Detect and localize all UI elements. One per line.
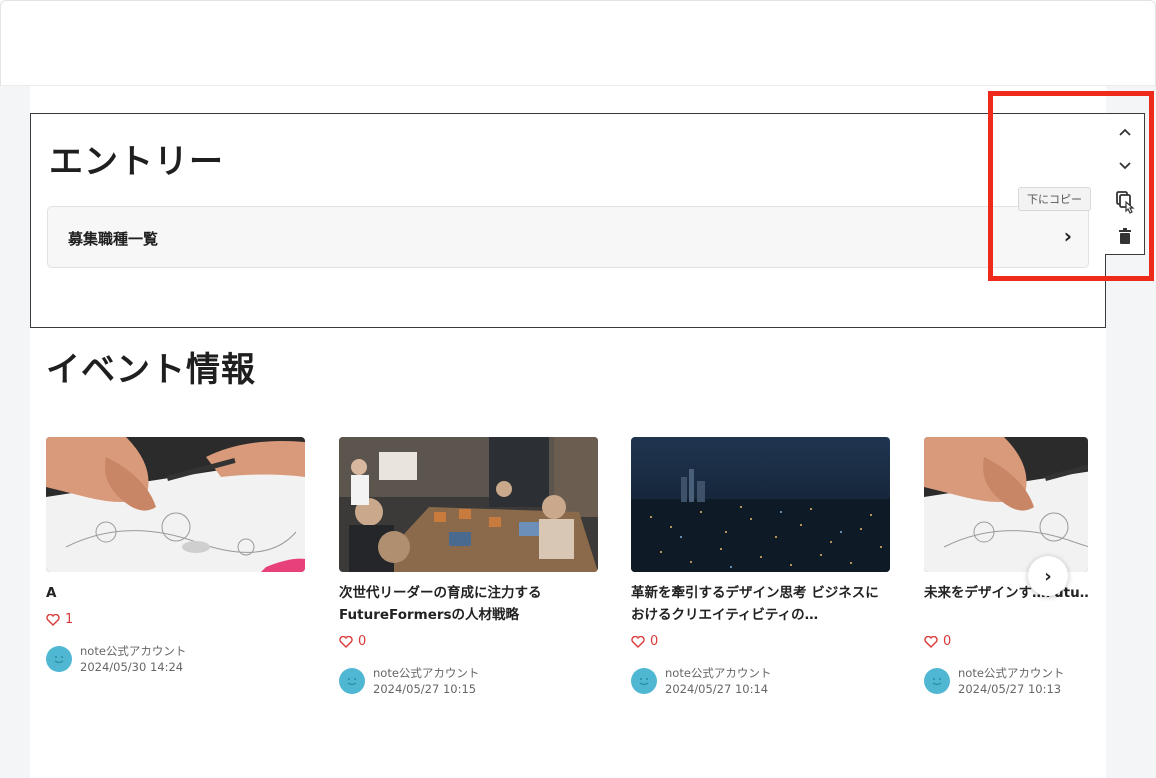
event-card[interactable]: 革新を牽引するデザイン思考 ビジネスにおけるクリエイティビティの… 0 note… bbox=[631, 437, 890, 697]
carousel-next-button[interactable]: › bbox=[1028, 556, 1068, 596]
card-thumbnail bbox=[339, 437, 598, 572]
carousel-edge bbox=[1088, 430, 1106, 730]
post-date: 2024/05/27 10:14 bbox=[665, 682, 769, 696]
editor-header bbox=[0, 0, 1156, 86]
heart-icon bbox=[339, 635, 353, 648]
avatar bbox=[631, 668, 657, 694]
event-card[interactable]: A 1 note公式アカウント 2024/05/30 14:24 bbox=[46, 437, 305, 675]
like-count: 0 bbox=[650, 634, 659, 649]
smile-icon bbox=[347, 678, 357, 686]
card-title: 次世代リーダーの育成に注力するFutureFormersの人材戦略 bbox=[339, 585, 542, 623]
job-list-label: 募集職種一覧 bbox=[68, 230, 159, 248]
like-button[interactable]: 1 bbox=[46, 612, 305, 627]
heart-icon bbox=[46, 613, 60, 626]
like-button[interactable]: 0 bbox=[631, 634, 890, 649]
avatar bbox=[924, 668, 950, 694]
events-heading: イベント情報 bbox=[46, 350, 256, 390]
author-name: note公式アカウント bbox=[665, 666, 772, 680]
card-author: note公式アカウント 2024/05/27 10:15 bbox=[339, 665, 598, 697]
post-date: 2024/05/27 10:15 bbox=[373, 682, 477, 696]
entry-heading: エントリー bbox=[49, 142, 224, 182]
smile-icon bbox=[932, 678, 942, 686]
card-title: 革新を牽引するデザイン思考 ビジネスにおけるクリエイティビティの… bbox=[631, 585, 879, 623]
card-author: note公式アカウント 2024/05/30 14:24 bbox=[46, 643, 305, 675]
like-count: 1 bbox=[65, 612, 74, 627]
heart-icon bbox=[631, 635, 645, 648]
author-name: note公式アカウント bbox=[958, 666, 1065, 680]
highlight-box bbox=[988, 91, 1154, 281]
heart-icon bbox=[924, 635, 938, 648]
entry-block[interactable]: エントリー 募集職種一覧 › bbox=[30, 113, 1106, 328]
like-count: 0 bbox=[943, 634, 952, 649]
post-date: 2024/05/27 10:13 bbox=[958, 682, 1062, 696]
card-author: note公式アカウント 2024/05/27 10:13 bbox=[924, 665, 1088, 697]
author-name: note公式アカウント bbox=[80, 644, 187, 658]
like-button[interactable]: 0 bbox=[924, 634, 1088, 649]
smile-icon bbox=[639, 678, 649, 686]
smile-icon bbox=[54, 656, 64, 664]
avatar bbox=[46, 646, 72, 672]
avatar bbox=[339, 668, 365, 694]
event-card[interactable]: 次世代リーダーの育成に注力するFutureFormersの人材戦略 0 note… bbox=[339, 437, 598, 697]
job-list-link[interactable]: 募集職種一覧 › bbox=[47, 206, 1089, 268]
card-thumbnail bbox=[631, 437, 890, 572]
author-name: note公式アカウント bbox=[373, 666, 480, 680]
card-thumbnail bbox=[46, 437, 305, 572]
like-button[interactable]: 0 bbox=[339, 634, 598, 649]
card-thumbnail bbox=[924, 437, 1088, 572]
card-title: A bbox=[46, 585, 57, 601]
post-date: 2024/05/30 14:24 bbox=[80, 660, 184, 674]
card-author: note公式アカウント 2024/05/27 10:14 bbox=[631, 665, 890, 697]
like-count: 0 bbox=[358, 634, 367, 649]
